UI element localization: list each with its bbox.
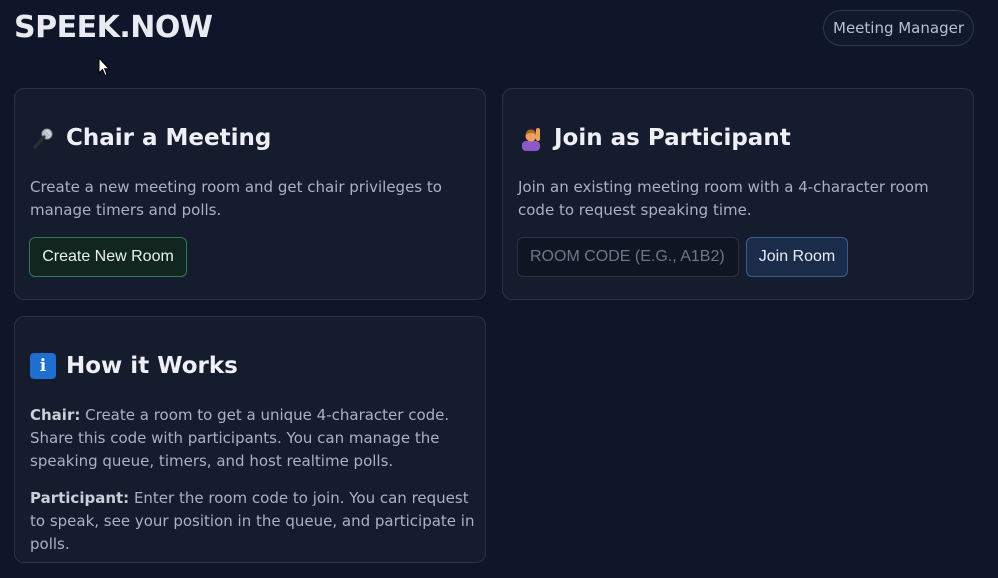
room-code-input[interactable] [517,237,739,277]
join-card-title: Join as Participant [554,125,791,151]
participant-explanation: Participant: Enter the room code to join… [30,487,480,556]
meeting-manager-button[interactable]: Meeting Manager [823,10,974,46]
chair-meeting-card: Chair a Meeting Create a new meeting roo… [14,88,486,300]
chair-explanation: Chair: Create a room to get a unique 4-c… [30,404,480,473]
chair-explanation-label: Chair: [30,406,81,424]
join-participant-card: Join as Participant Join an existing mee… [502,88,974,300]
microphone-icon [30,125,56,151]
join-card-heading: Join as Participant [518,125,791,151]
how-card-heading: i How it Works [30,353,238,379]
chair-card-heading: Chair a Meeting [30,125,271,151]
app-logo-text: SPEEK.NOW [14,10,213,45]
mouse-cursor-icon [98,57,110,77]
participant-explanation-label: Participant: [30,489,130,507]
chair-card-title: Chair a Meeting [66,125,272,151]
chair-card-description: Create a new meeting room and get chair … [30,178,442,219]
how-it-works-card: i How it Works Chair: Create a room to g… [14,316,486,563]
create-room-button[interactable]: Create New Room [29,237,187,277]
how-card-title: How it Works [66,353,238,379]
raising-hand-icon [518,125,544,151]
join-room-button[interactable]: Join Room [746,237,848,277]
join-card-description: Join an existing meeting room with a 4-c… [518,178,929,219]
chair-explanation-text: Create a room to get a unique 4-characte… [30,406,450,470]
info-icon: i [30,353,56,379]
